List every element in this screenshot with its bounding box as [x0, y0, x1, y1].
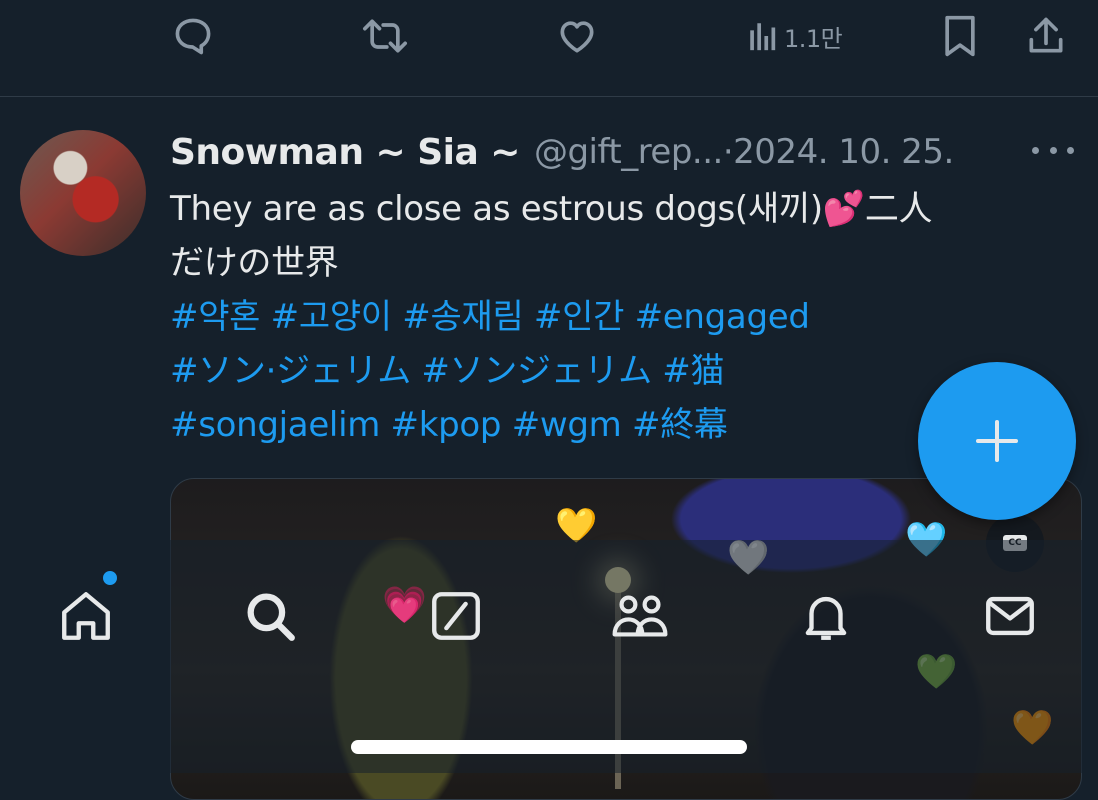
share-icon [1029, 17, 1063, 53]
like-button[interactable] [554, 14, 600, 58]
home-notification-dot [101, 569, 119, 587]
avatar[interactable] [20, 130, 146, 256]
views-button[interactable]: 1.1만 [748, 14, 843, 58]
tweet-header: Snowman ~ Sia ~ @gift_rep... · 2024. 10.… [170, 130, 954, 174]
like-icon [560, 21, 594, 53]
bookmark-button[interactable] [940, 14, 980, 58]
communities-icon [612, 595, 668, 637]
tweet-date[interactable]: 2024. 10. 25. [733, 132, 954, 172]
hashtags-line[interactable]: #ソン·ジェリム #ソンジェリム #猫 [170, 344, 1060, 398]
nav-messages[interactable] [980, 586, 1040, 646]
home-icon [62, 592, 110, 640]
retweet-button[interactable] [360, 14, 410, 58]
user-handle[interactable]: @gift_rep... [534, 132, 723, 172]
bookmark-icon [945, 15, 975, 57]
display-name[interactable]: Snowman ~ Sia ~ [170, 132, 520, 173]
pink-heart-emoji: 💗 [382, 585, 427, 626]
search-icon [247, 593, 295, 641]
hashtags-line[interactable]: #약혼 #고양이 #송재림 #인간 #engaged [170, 290, 1060, 344]
messages-icon [986, 596, 1034, 636]
share-button[interactable] [1024, 14, 1068, 58]
bottom-nav [0, 540, 1098, 773]
tweet-text-line: They are as close as estrous dogs(새끼)💕二人 [170, 182, 1060, 236]
tweet-text-main-end: 二人 [864, 189, 933, 229]
plus-icon [976, 420, 1018, 462]
header-separator: · [722, 132, 734, 172]
notifications-icon [805, 596, 847, 640]
retweet-icon [363, 19, 407, 53]
nav-search[interactable] [240, 586, 300, 646]
floating-heart: 💛 [555, 506, 598, 546]
two-hearts-emoji: 💕 [822, 189, 865, 229]
grok-icon [432, 592, 480, 640]
nav-notifications[interactable] [796, 586, 856, 646]
nav-grok[interactable] [426, 586, 486, 646]
views-icon [750, 23, 776, 51]
tweet-actions-bar: 1.1만 [0, 0, 1098, 97]
nav-home[interactable] [56, 586, 116, 646]
home-indicator[interactable] [351, 740, 747, 754]
more-options-icon[interactable] [1028, 132, 1078, 168]
tweet-text-main: They are as close as estrous dogs(새끼) [170, 189, 823, 229]
compose-fab[interactable] [918, 362, 1076, 520]
reply-button[interactable] [170, 14, 216, 58]
tweet-text-line: だけの世界 [170, 243, 339, 283]
reply-icon [175, 18, 211, 55]
views-count: 1.1만 [784, 24, 843, 53]
nav-communities[interactable] [610, 586, 670, 646]
